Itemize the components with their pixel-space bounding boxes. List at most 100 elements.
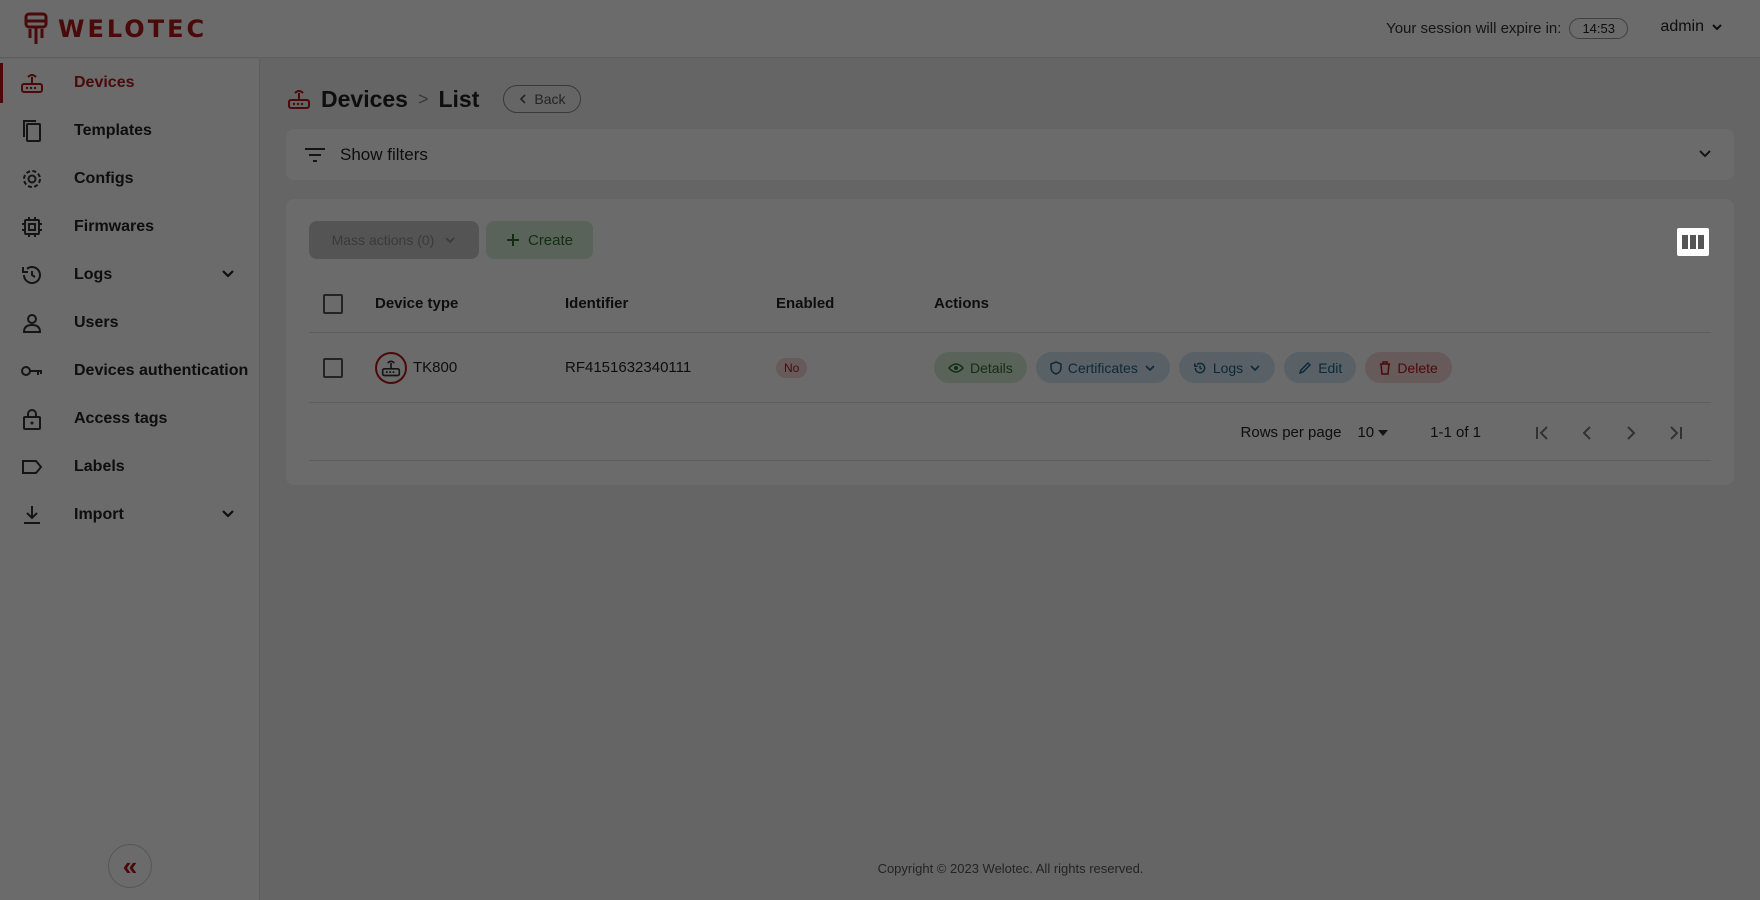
column-header-actions: Actions: [934, 295, 990, 312]
details-button[interactable]: Details: [934, 352, 1027, 383]
main-content: Devices > List Back Show filters Mass ac…: [261, 59, 1760, 900]
sidebar-item-label: Labels: [74, 458, 125, 475]
brand-logo[interactable]: WELOTEC: [24, 12, 207, 46]
breadcrumb-separator: >: [417, 88, 429, 109]
table-header: Device type Identifier Enabled Actions: [309, 275, 1711, 333]
router-icon: [20, 71, 44, 95]
chevron-right-icon: [1627, 425, 1636, 440]
previous-page-button[interactable]: [1565, 418, 1609, 448]
chevron-left-icon: [520, 94, 526, 104]
rows-per-page-label: Rows per page: [1240, 424, 1342, 441]
shield-icon: [1050, 360, 1062, 375]
column-header-device-type[interactable]: Device type: [375, 295, 565, 312]
rows-per-page-select[interactable]: 10: [1357, 424, 1390, 441]
back-label: Back: [534, 91, 566, 107]
select-all-cell: [309, 293, 375, 314]
sidebar-item-configs[interactable]: Configs: [0, 155, 259, 203]
sidebar-item-label: Templates: [74, 122, 152, 139]
pagination-range: 1-1 of 1: [1430, 424, 1481, 441]
sidebar-item-label: Logs: [74, 266, 113, 283]
brand-name: WELOTEC: [58, 15, 208, 43]
column-header-enabled[interactable]: Enabled: [776, 295, 934, 312]
breadcrumb: Devices > List Back: [287, 85, 581, 113]
first-page-icon: [1536, 425, 1548, 440]
history-icon: [20, 263, 44, 287]
back-button[interactable]: Back: [503, 85, 581, 113]
sidebar-item-devices[interactable]: Devices: [0, 59, 259, 107]
top-bar: WELOTEC Your session will expire in: 14:…: [0, 0, 1760, 58]
create-button[interactable]: Create: [486, 221, 593, 259]
chevron-down-icon: [1250, 364, 1260, 371]
device-type-text: TK800: [413, 359, 458, 376]
sidebar-item-labels[interactable]: Labels: [0, 443, 259, 491]
status-badge: No: [776, 358, 808, 378]
sidebar-item-access-tags[interactable]: Access tags: [0, 395, 259, 443]
filters-panel[interactable]: Show filters: [286, 129, 1734, 180]
last-page-button[interactable]: [1653, 418, 1697, 448]
router-icon: [375, 351, 407, 384]
devices-card: Mass actions (0) Create Device type Iden…: [286, 199, 1734, 485]
download-icon: [20, 503, 44, 527]
sidebar: Devices Templates Configs Firmwares Logs: [0, 59, 260, 900]
sidebar-item-label: Devices: [74, 74, 135, 91]
sidebar-item-import[interactable]: Import: [0, 491, 259, 539]
logs-label: Logs: [1212, 359, 1244, 376]
delete-button[interactable]: Delete: [1365, 352, 1452, 383]
sidebar-item-templates[interactable]: Templates: [0, 107, 259, 155]
page-title: List: [438, 85, 480, 112]
double-chevron-left-icon: «: [122, 850, 138, 881]
column-header-identifier[interactable]: Identifier: [565, 295, 776, 312]
actions-cell: Details Certificates Logs Edit Delete: [934, 352, 1711, 383]
row-select-cell: [309, 357, 375, 378]
footer-copyright: Copyright © 2023 Welotec. All rights res…: [877, 861, 1144, 876]
eye-icon: [948, 362, 964, 373]
highlighted-column-settings-button[interactable]: [1677, 228, 1709, 256]
column-bar-3: [1698, 235, 1704, 249]
certificates-button[interactable]: Certificates: [1035, 352, 1170, 383]
label-icon: [20, 455, 44, 479]
lock-icon: [20, 407, 44, 431]
sidebar-item-users[interactable]: Users: [0, 299, 259, 347]
sidebar-item-label: Configs: [74, 170, 134, 187]
sidebar-item-label: Devices authentication: [74, 362, 249, 379]
trash-icon: [1380, 360, 1391, 375]
sidebar-item-logs[interactable]: Logs: [0, 251, 259, 299]
last-page-icon: [1670, 425, 1682, 440]
app-root: WELOTEC Your session will expire in: 14:…: [0, 0, 1760, 900]
select-all-checkbox[interactable]: [323, 293, 343, 314]
first-page-button[interactable]: [1521, 418, 1565, 448]
plus-icon: [506, 234, 519, 246]
chip-icon: [20, 215, 44, 239]
mass-actions-button[interactable]: Mass actions (0): [309, 221, 479, 259]
session-timer: Your session will expire in: 14:53: [1386, 18, 1628, 39]
next-page-button[interactable]: [1609, 418, 1653, 448]
copy-icon: [20, 119, 44, 143]
device-type-cell: TK800: [375, 351, 565, 384]
table-row: TK800 RF4151632340111 No Details Certifi…: [309, 333, 1711, 403]
filters-label: Show filters: [340, 144, 428, 164]
session-label: Your session will expire in:: [1386, 20, 1562, 37]
user-name: admin: [1660, 18, 1704, 35]
user-menu[interactable]: admin: [1660, 18, 1724, 36]
pagination: Rows per page 10 1-1 of 1: [309, 405, 1711, 461]
chevron-down-icon: [1712, 24, 1722, 31]
logs-button[interactable]: Logs: [1178, 352, 1276, 383]
row-checkbox[interactable]: [323, 357, 343, 378]
collapse-sidebar-button[interactable]: «: [108, 844, 152, 888]
sidebar-item-label: Users: [74, 314, 119, 331]
logo-mark-icon: [24, 12, 48, 44]
gear-icon: [20, 167, 44, 191]
chevron-down-icon: [222, 510, 234, 518]
rows-per-page-value: 10: [1357, 424, 1375, 441]
router-icon: [288, 90, 310, 109]
edit-button[interactable]: Edit: [1284, 352, 1357, 383]
certificates-label: Certificates: [1067, 359, 1138, 376]
edit-label: Edit: [1318, 359, 1343, 376]
sidebar-item-devices-authentication[interactable]: Devices authentication: [0, 347, 259, 395]
sidebar-item-firmwares[interactable]: Firmwares: [0, 203, 259, 251]
breadcrumb-section[interactable]: Devices: [321, 86, 408, 113]
key-icon: [20, 359, 44, 383]
filter-icon: [305, 147, 325, 162]
delete-label: Delete: [1397, 359, 1438, 376]
column-bar-1: [1682, 235, 1688, 249]
